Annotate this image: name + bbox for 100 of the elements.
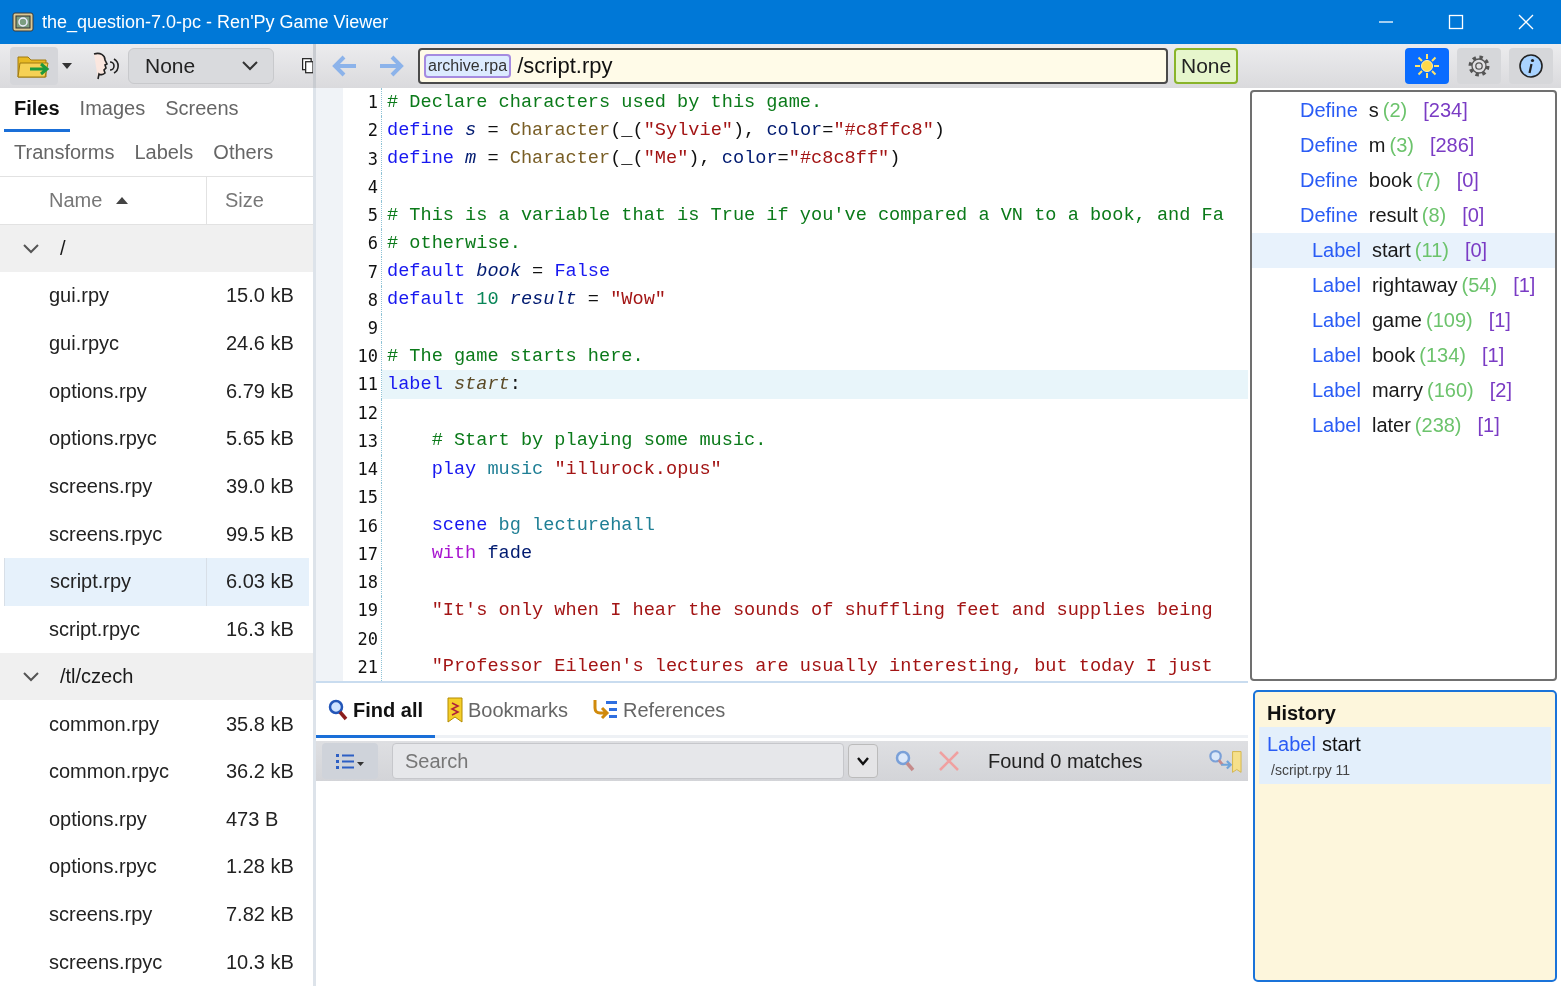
line-number: 1 xyxy=(343,88,382,117)
tab[interactable]: Transforms xyxy=(4,132,125,176)
line-number: 16 xyxy=(343,511,382,540)
search-field[interactable]: Search xyxy=(392,743,844,779)
column-header[interactable]: Size xyxy=(225,189,264,212)
line-number: 2 xyxy=(343,116,382,145)
outline-item[interactable]: Label start (11) [0] xyxy=(1252,233,1555,268)
file-row[interactable]: gui.rpyc 24.6 kB xyxy=(4,319,309,368)
find-toolbar[interactable]: Search Found 0 matches xyxy=(316,741,1248,781)
search-icon xyxy=(894,749,916,773)
line-number: 8 xyxy=(343,285,382,314)
code-line: default 10 result = "Wow" xyxy=(386,288,667,313)
list-icon xyxy=(335,752,365,770)
file-row[interactable]: common.rpy 35.8 kB xyxy=(4,700,309,748)
close-icon xyxy=(938,750,960,772)
info-icon xyxy=(1518,53,1544,79)
forward-arrow-icon xyxy=(378,54,406,78)
line-number: 14 xyxy=(343,455,382,484)
window-title: the_question-7.0-pc - Ren'Py Game Viewer xyxy=(42,11,390,33)
file-row[interactable]: common.rpyc 36.2 kB xyxy=(4,747,309,796)
line-number: 18 xyxy=(343,568,382,597)
tab[interactable]: Bookmarks xyxy=(435,685,581,738)
outline-item[interactable]: Define book (7) [0] xyxy=(1252,163,1555,198)
theme-button[interactable] xyxy=(1405,48,1449,84)
tab[interactable]: Find all xyxy=(316,685,435,738)
chevron-down-icon[interactable] xyxy=(22,242,40,255)
code-line: # Start by playing some music. xyxy=(430,429,768,454)
tab[interactable]: Files xyxy=(4,88,70,132)
outline-item[interactable]: Label game (109) [1] xyxy=(1252,303,1555,338)
file-row[interactable]: screens.rpy 39.0 kB xyxy=(4,462,309,511)
settings-icon xyxy=(1466,53,1492,79)
search-bookmark-icon xyxy=(1208,747,1242,775)
file-row[interactable]: options.rpyc 1.28 kB xyxy=(4,843,309,891)
tab[interactable]: Images xyxy=(69,88,156,132)
file-row[interactable]: script.rpy 6.03 kB xyxy=(4,557,309,606)
code-line: # Declare characters used by this game. xyxy=(386,90,824,115)
chevron-down-icon[interactable] xyxy=(22,670,40,683)
references-icon xyxy=(592,698,619,722)
code-line: # The game starts here. xyxy=(386,344,645,369)
outline-item[interactable]: Label marry (160) [2] xyxy=(1252,373,1555,408)
code-line: play music "illurock.opus" xyxy=(430,457,723,482)
line-number: 19 xyxy=(343,596,382,625)
code-line: define m = Character(_("Me"), color="#c8c8ff") xyxy=(386,147,902,172)
app-icon xyxy=(12,11,34,33)
caret-icon xyxy=(62,62,72,70)
chevron-down-icon xyxy=(856,755,870,767)
file-row[interactable]: gui.rpy 15.0 kB xyxy=(4,272,309,320)
mode-button[interactable]: None xyxy=(1174,48,1239,84)
file-row[interactable]: options.rpyc 5.65 kB xyxy=(4,415,309,463)
code-line: with fade xyxy=(430,542,534,567)
history-item[interactable]: Label start /script.rpy 11 xyxy=(1259,727,1551,784)
tab[interactable]: References xyxy=(580,685,738,738)
folder-row[interactable]: /tl/czech xyxy=(0,653,313,701)
line-number: 13 xyxy=(343,426,382,456)
code-line: scene bg lecturehall xyxy=(430,514,656,539)
code-line: # otherwise. xyxy=(386,231,522,256)
bookmark-icon xyxy=(447,697,463,723)
file-row[interactable]: options.rpy 473 B xyxy=(4,795,309,844)
tab[interactable]: Others xyxy=(203,132,284,176)
chevron-down-icon xyxy=(241,60,259,72)
history-dropdown-button[interactable] xyxy=(848,744,878,778)
voice-dropdown[interactable]: None xyxy=(128,48,274,84)
file-row[interactable]: screens.rpyc 99.5 kB xyxy=(4,510,309,558)
maximize-icon xyxy=(1448,14,1464,30)
line-number: 15 xyxy=(343,483,382,512)
line-number: 4 xyxy=(343,172,382,201)
column-header[interactable]: Name xyxy=(49,189,103,212)
outline-item[interactable]: Define m (3) [286] xyxy=(1252,128,1555,163)
file-row[interactable]: screens.rpy 7.82 kB xyxy=(4,890,309,939)
minimize-icon xyxy=(1378,21,1394,23)
sun-icon xyxy=(1414,53,1440,79)
options-button[interactable] xyxy=(322,743,378,779)
line-number: 5 xyxy=(343,200,382,230)
tab[interactable]: Labels xyxy=(124,132,204,176)
address-field[interactable]: archive.rpa /script.rpy xyxy=(418,48,1168,84)
code-line: "Professor Eileen's lectures are usually interesting, but today I just xyxy=(430,655,1214,680)
file-row[interactable]: script.rpyc 16.3 kB xyxy=(4,605,309,654)
match-count: Found 0 matches xyxy=(988,749,1143,773)
code-line: define s = Character(_("Sylvie"), color="#c8ffc8") xyxy=(386,118,946,143)
tab[interactable]: Screens xyxy=(155,88,249,132)
folder-name: /tl/czech xyxy=(60,665,134,689)
outline-item[interactable]: Label rightaway (54) [1] xyxy=(1252,268,1555,303)
outline-item[interactable]: Define s (2) [234] xyxy=(1252,93,1555,128)
line-number: 3 xyxy=(343,144,382,173)
file-row[interactable]: screens.rpyc 10.3 kB xyxy=(4,938,309,986)
outline-item[interactable]: Define result (8) [0] xyxy=(1252,198,1555,233)
file-row[interactable]: options.rpy 6.79 kB xyxy=(4,367,309,415)
folder-row[interactable]: / xyxy=(0,225,313,273)
line-number: 17 xyxy=(343,539,382,568)
panel-title: History xyxy=(1266,701,1337,726)
code-line: "It's only when I hear the sounds of shuffling feet and supplies being xyxy=(430,598,1214,623)
outline-item[interactable]: Label book (134) [1] xyxy=(1252,338,1555,373)
outline-item[interactable]: Label later (238) [1] xyxy=(1252,408,1555,443)
line-number: 20 xyxy=(343,624,382,653)
info-button[interactable] xyxy=(1509,48,1553,84)
line-number: 9 xyxy=(343,313,382,343)
line-number: 12 xyxy=(343,398,382,427)
folder-name: / xyxy=(60,237,66,261)
settings-button[interactable] xyxy=(1457,48,1501,84)
code-line: default book = False xyxy=(386,260,612,284)
